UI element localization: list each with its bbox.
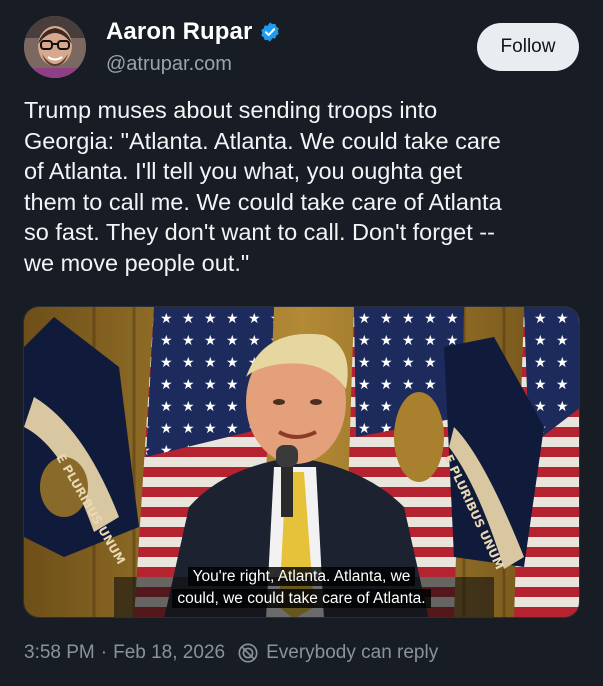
tweet-media-video[interactable]: ★ (23, 306, 580, 618)
tweet-date[interactable]: Feb 18, 2026 (113, 642, 225, 664)
verified-check-icon (261, 22, 280, 42)
tweet-time[interactable]: 3:58 PM (24, 642, 95, 664)
author-display-name[interactable]: Aaron Rupar (106, 18, 252, 46)
reply-settings-icon (238, 643, 258, 663)
avatar-image (24, 16, 86, 78)
caption-text-2: could, we could take care of Atlanta. (172, 589, 431, 608)
avatar[interactable] (24, 16, 86, 78)
caption-text-1: You're right, Atlanta. Atlanta, we (187, 567, 416, 586)
follow-button[interactable]: Follow (477, 23, 579, 71)
video-caption-line-2: could, we could take care of Atlanta. (24, 588, 579, 610)
meta-separator: · (100, 642, 108, 663)
tweet-text: Trump muses about sending troops into Ge… (24, 97, 502, 276)
reply-setting-label: Everybody can reply (266, 642, 439, 663)
author-name-row: Aaron Rupar (106, 18, 281, 46)
video-caption-line-1: You're right, Atlanta. Atlanta, we (24, 566, 579, 588)
author-handle[interactable]: @atrupar.com (106, 53, 232, 76)
tweet-meta: 3:58 PM · Feb 18, 2026 Everybody can rep… (24, 642, 438, 664)
